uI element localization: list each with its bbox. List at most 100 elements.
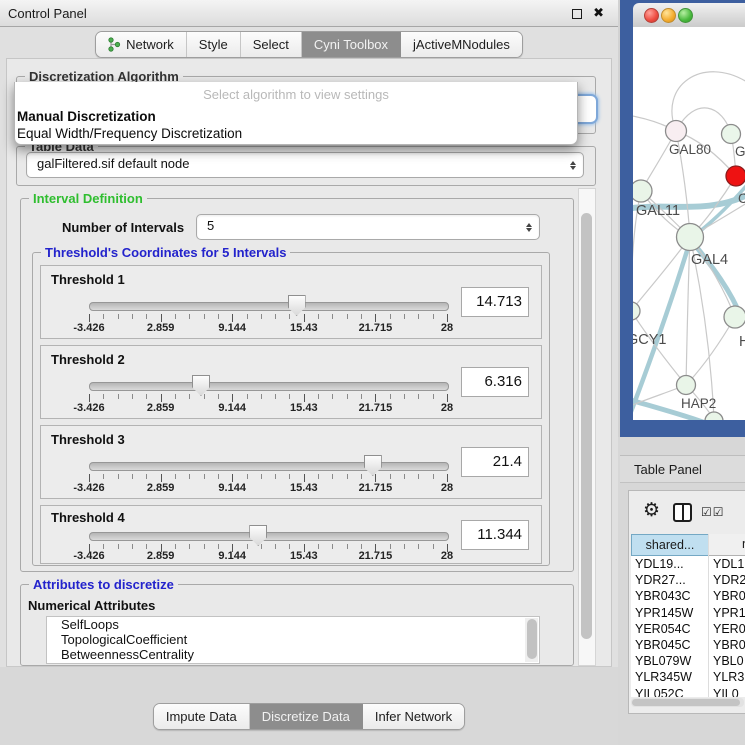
- network-node[interactable]: [726, 166, 745, 186]
- column-header-shared-name[interactable]: shared...: [631, 534, 709, 556]
- cell-name[interactable]: YPR1: [713, 605, 745, 621]
- slider-thumb[interactable]: [249, 525, 267, 546]
- threshold-value-field[interactable]: 11.344: [461, 520, 529, 550]
- slider-track[interactable]: [89, 462, 449, 471]
- table-row[interactable]: YIL052C YIL0: [631, 686, 745, 698]
- network-canvas[interactable]: GAL80 GA C GAL11 GAL4 GCY1 H HAP2: [633, 27, 745, 420]
- network-node[interactable]: [666, 121, 687, 142]
- float-window-icon[interactable]: [572, 9, 582, 19]
- network-node[interactable]: [724, 306, 745, 328]
- table-row[interactable]: YLR345W YLR3: [631, 669, 745, 685]
- slider-track[interactable]: [89, 382, 449, 391]
- tick-mark: [261, 394, 262, 399]
- tick-mark: [103, 394, 104, 399]
- tab-network[interactable]: Network: [96, 32, 187, 57]
- dropdown-placeholder-option[interactable]: Select algorithm to view settings: [15, 82, 577, 108]
- tab-jactivemnodules[interactable]: jActiveMNodules: [401, 32, 522, 57]
- columns-icon[interactable]: [673, 503, 692, 522]
- cell-shared-name[interactable]: YPR145W: [635, 605, 693, 621]
- number-of-intervals-combobox[interactable]: 5: [196, 214, 540, 240]
- cell-name[interactable]: YDR2: [713, 572, 745, 588]
- cell-shared-name[interactable]: YBR043C: [635, 588, 691, 604]
- table-horizontal-scrollbar[interactable]: [631, 698, 744, 707]
- tab-cyni-toolbox[interactable]: Cyni Toolbox: [302, 32, 401, 57]
- tab-discretize-data[interactable]: Discretize Data: [250, 704, 363, 729]
- zoom-traffic-light-icon[interactable]: [678, 8, 693, 23]
- table-row[interactable]: YDR27... YDR2: [631, 572, 745, 588]
- threshold-slider[interactable]: -3.4262.8599.14415.4321.71528: [89, 346, 447, 418]
- network-node[interactable]: [677, 376, 696, 395]
- threshold-value-field[interactable]: 21.4: [461, 447, 529, 477]
- network-node[interactable]: [722, 125, 741, 144]
- cell-name[interactable]: YIL0: [713, 686, 739, 698]
- cell-name[interactable]: YDL1: [713, 556, 744, 572]
- table-row[interactable]: YBR043C YBR0: [631, 588, 745, 604]
- close-icon[interactable]: ✖: [593, 5, 604, 21]
- threshold-value-field[interactable]: 6.316: [461, 367, 529, 397]
- threshold-slider[interactable]: -3.4262.8599.14415.4321.71528: [89, 426, 447, 498]
- table-row[interactable]: YER054C YER0: [631, 621, 745, 637]
- cell-shared-name[interactable]: YBL079W: [635, 653, 691, 669]
- numerical-attributes-list[interactable]: SelfLoopsTopologicalCoefficientBetweenne…: [46, 616, 540, 664]
- attribute-list-item[interactable]: SelfLoops: [47, 617, 539, 632]
- tick-mark: [433, 474, 434, 479]
- tab-select[interactable]: Select: [241, 32, 302, 57]
- minimize-traffic-light-icon[interactable]: [661, 8, 676, 23]
- scale-label: -3.426: [73, 322, 104, 334]
- table-row[interactable]: YPR145W YPR1: [631, 605, 745, 621]
- panel-scrollbar-thumb[interactable]: [581, 213, 592, 639]
- threshold-slider[interactable]: -3.4262.8599.14415.4321.71528: [89, 506, 447, 563]
- list-scrollbar-thumb[interactable]: [527, 619, 537, 659]
- slider-thumb[interactable]: [288, 295, 306, 316]
- network-node[interactable]: [705, 412, 723, 420]
- network-node[interactable]: [677, 224, 704, 251]
- table-data-combobox[interactable]: galFiltered.sif default node: [26, 152, 584, 178]
- tab-infer-network[interactable]: Infer Network: [363, 704, 464, 729]
- cell-name[interactable]: YER0: [713, 621, 745, 637]
- tick-mark: [261, 474, 262, 479]
- edge[interactable]: [633, 311, 686, 385]
- tick-mark: [247, 474, 248, 479]
- threshold-slider[interactable]: -3.4262.8599.14415.4321.71528: [89, 266, 447, 338]
- dropdown-option-manual-discretization[interactable]: Manual Discretization: [15, 108, 577, 125]
- table-row[interactable]: YBR045C YBR0: [631, 637, 745, 653]
- slider-thumb[interactable]: [192, 375, 210, 396]
- panel-scrollbar[interactable]: [578, 188, 596, 666]
- attribute-list-item[interactable]: TopologicalCoefficient: [47, 632, 539, 647]
- table-horizontal-scrollbar-thumb[interactable]: [632, 699, 740, 706]
- table-row[interactable]: YDL19... YDL1: [631, 556, 745, 572]
- cell-shared-name[interactable]: YLR345W: [635, 669, 692, 685]
- control-panel-titlebar: Control Panel ✖: [0, 0, 618, 27]
- cell-name[interactable]: YBR0: [713, 588, 745, 604]
- cell-shared-name[interactable]: YER054C: [635, 621, 691, 637]
- close-traffic-light-icon[interactable]: [644, 8, 659, 23]
- slider-track[interactable]: [89, 532, 449, 541]
- edge[interactable]: [672, 72, 745, 131]
- cell-name[interactable]: YBR0: [713, 637, 745, 653]
- checkbox-icons[interactable]: ☑☑: [701, 505, 725, 519]
- network-node[interactable]: [633, 180, 652, 202]
- cell-name[interactable]: YLR3: [713, 669, 744, 685]
- tab-impute-data[interactable]: Impute Data: [154, 704, 250, 729]
- slider-track[interactable]: [89, 302, 449, 311]
- scale-label: 15.43: [290, 482, 318, 494]
- threshold-value-field[interactable]: 14.713: [461, 287, 529, 317]
- table-row[interactable]: YBL079W YBL0: [631, 653, 745, 669]
- cell-shared-name[interactable]: YBR045C: [635, 637, 691, 653]
- list-scrollbar[interactable]: [525, 618, 538, 662]
- tab-label: Network: [126, 37, 174, 52]
- cell-name[interactable]: YBL0: [713, 653, 744, 669]
- tick-mark: [89, 474, 90, 482]
- slider-thumb[interactable]: [364, 455, 382, 476]
- attribute-list-item[interactable]: BetweennessCentrality: [47, 647, 539, 662]
- network-node[interactable]: [633, 302, 640, 320]
- dropdown-option-equal-width[interactable]: Equal Width/Frequency Discretization: [15, 125, 577, 142]
- column-header-name[interactable]: na: [709, 534, 745, 556]
- cell-shared-name[interactable]: YDL19...: [635, 556, 684, 572]
- cell-shared-name[interactable]: YIL052C: [635, 686, 684, 698]
- cell-shared-name[interactable]: YDR27...: [635, 572, 686, 588]
- tab-style[interactable]: Style: [187, 32, 241, 57]
- gear-icon[interactable]: ⚙: [643, 501, 660, 520]
- tick-mark: [218, 314, 219, 319]
- tick-mark: [118, 544, 119, 549]
